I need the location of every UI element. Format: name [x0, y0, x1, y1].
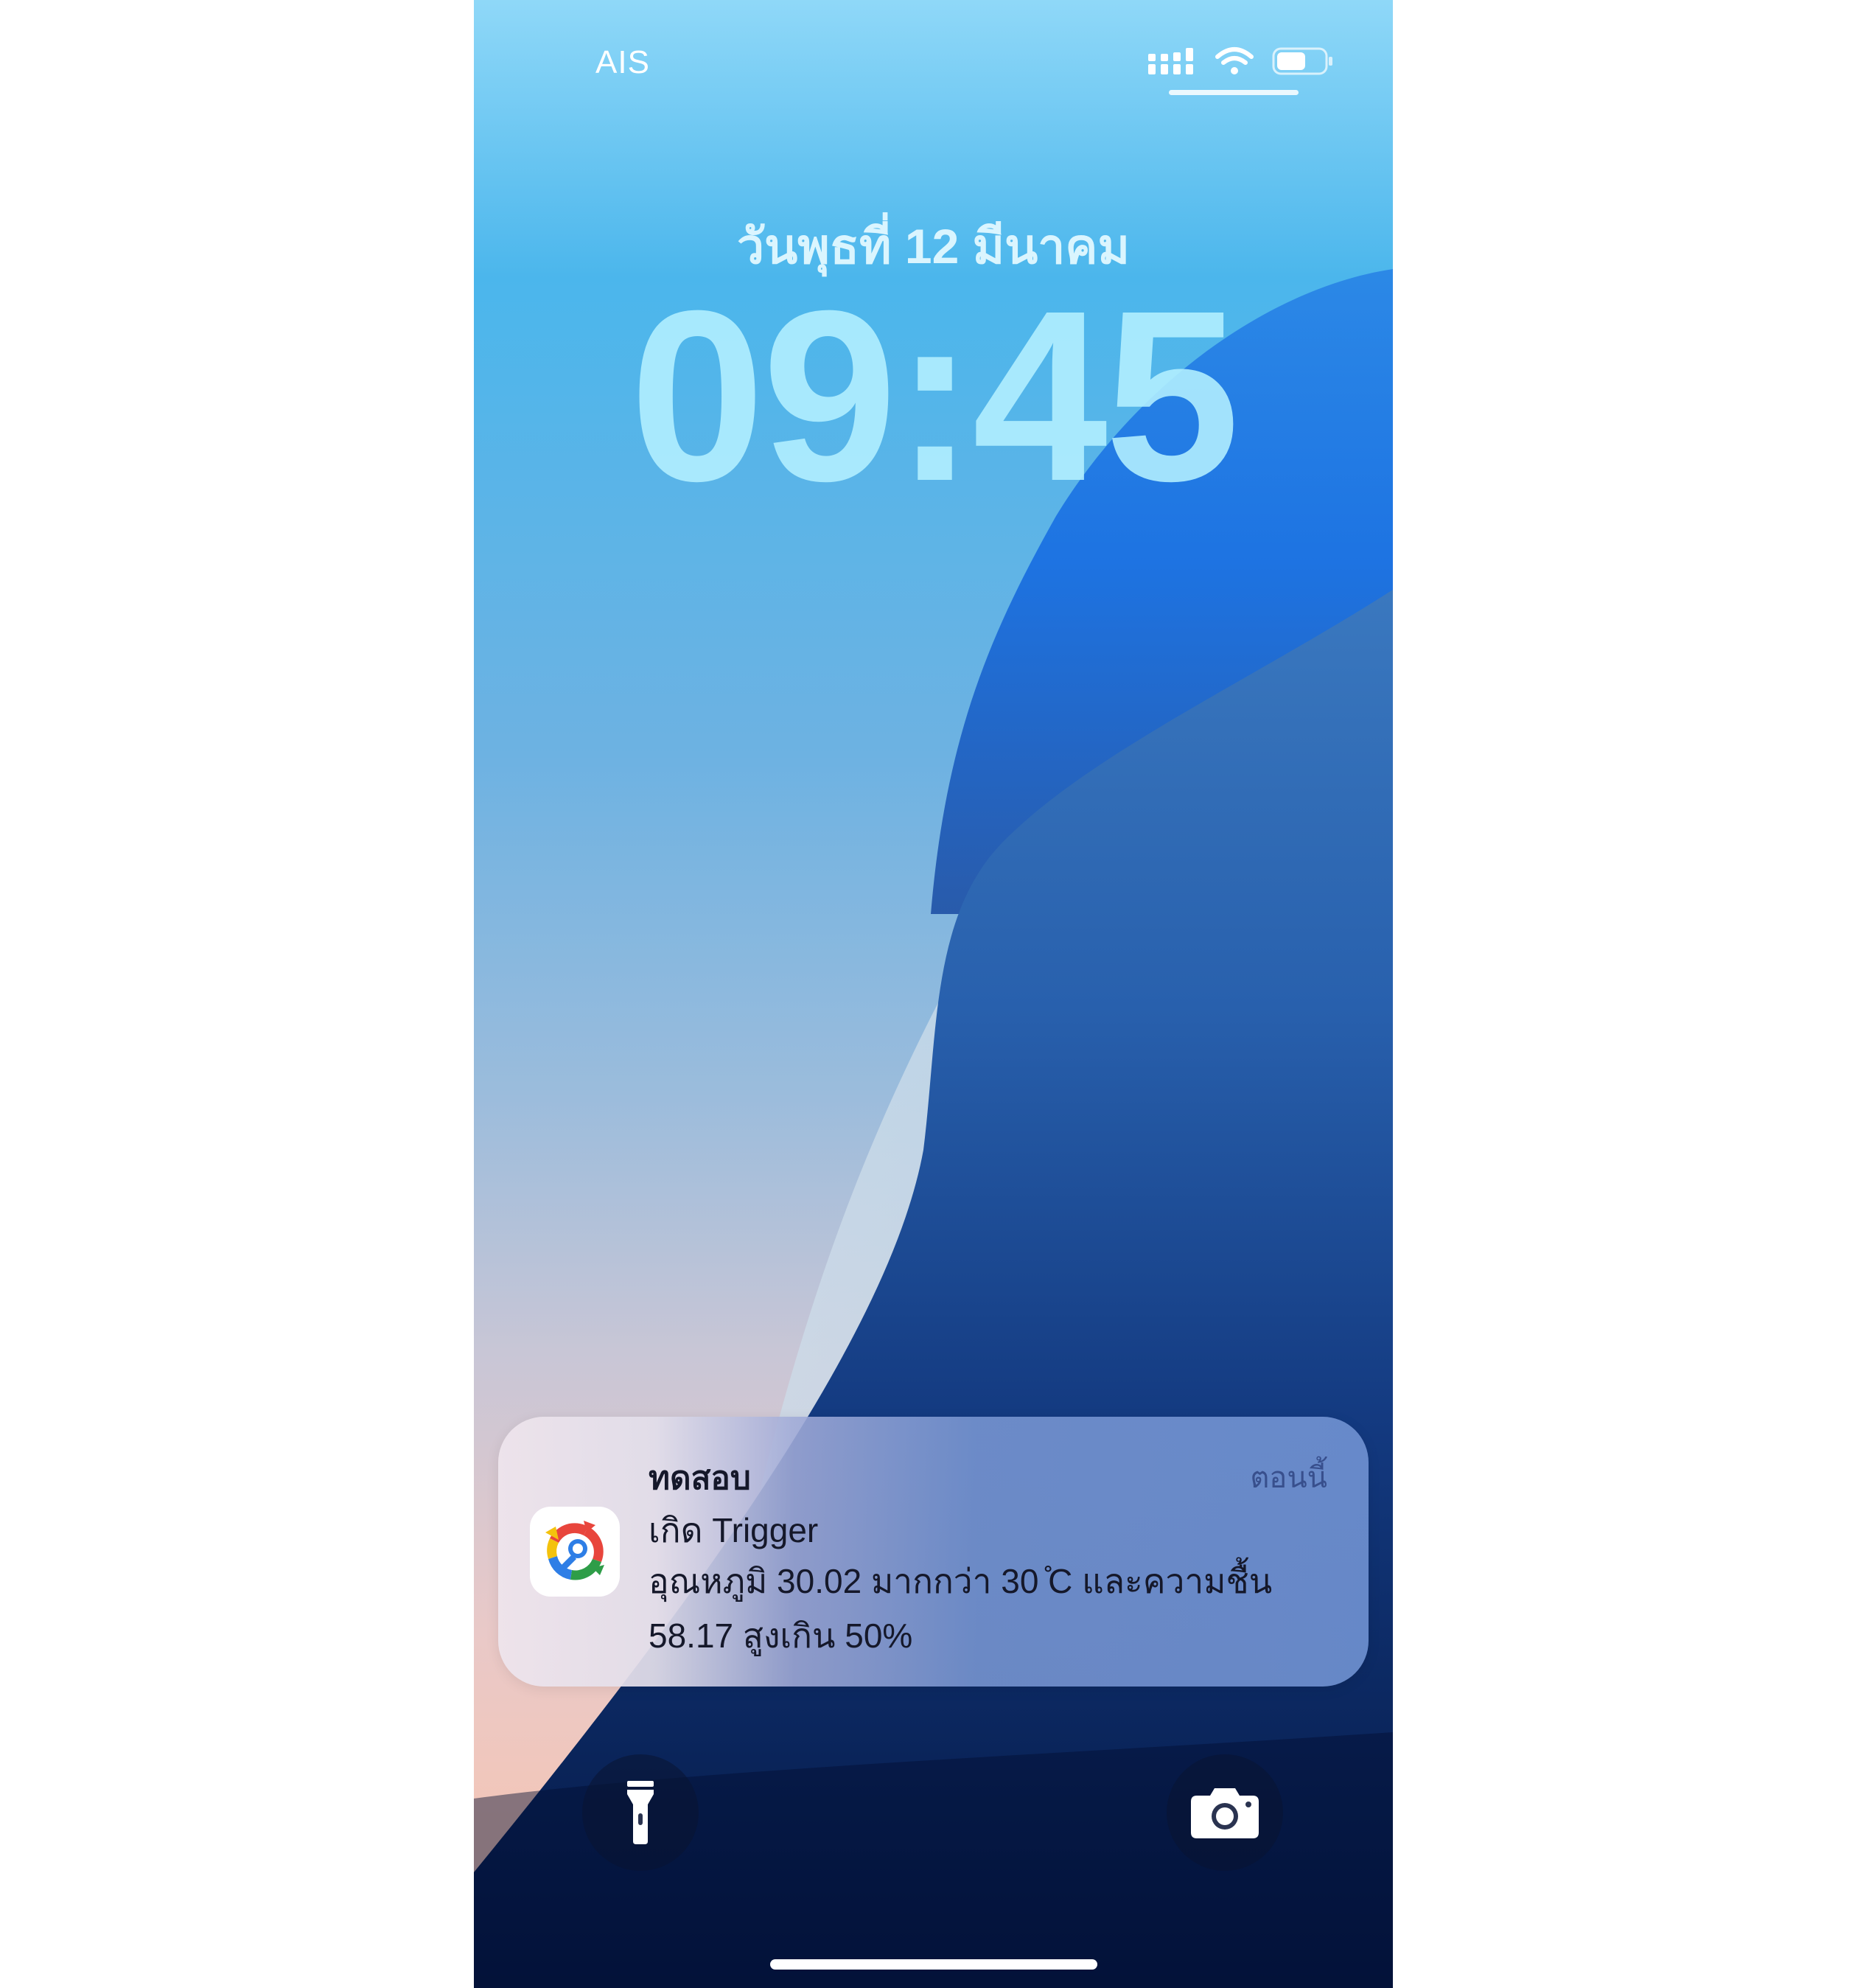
- cellular-signal-icon: [1148, 48, 1193, 74]
- camera-button[interactable]: [1167, 1754, 1283, 1871]
- battery-icon: [1272, 47, 1332, 75]
- flashlight-icon: [627, 1781, 654, 1844]
- carrier-name: AIS: [595, 44, 650, 80]
- focus-indicator: [1169, 90, 1299, 95]
- status-icons: [1148, 43, 1334, 80]
- lock-screen-time[interactable]: 09:45: [474, 274, 1393, 517]
- notification-body: อุณหภูมิ 30.02 มากกว่า 30 ̊C และความชื้น…: [649, 1562, 1273, 1655]
- status-bar: AIS: [474, 0, 1393, 125]
- notification-timestamp: ตอนนี้: [1250, 1462, 1327, 1494]
- notification-title: ทดสอบ: [649, 1460, 751, 1496]
- wifi-icon: [1215, 47, 1254, 74]
- lock-screen: AIS วันพุธที่ 12 มีนาคม 09:45 ทดสอบ ตอนน…: [474, 0, 1393, 1988]
- flashlight-button[interactable]: [582, 1754, 699, 1871]
- home-indicator[interactable]: [770, 1959, 1097, 1970]
- notification-card[interactable]: ทดสอบ ตอนนี้ เกิด Trigger อุณหภูมิ 30.02…: [498, 1417, 1369, 1687]
- notification-subtitle: เกิด Trigger: [649, 1511, 819, 1549]
- camera-icon: [1191, 1788, 1259, 1838]
- automation-app-icon: [530, 1507, 620, 1597]
